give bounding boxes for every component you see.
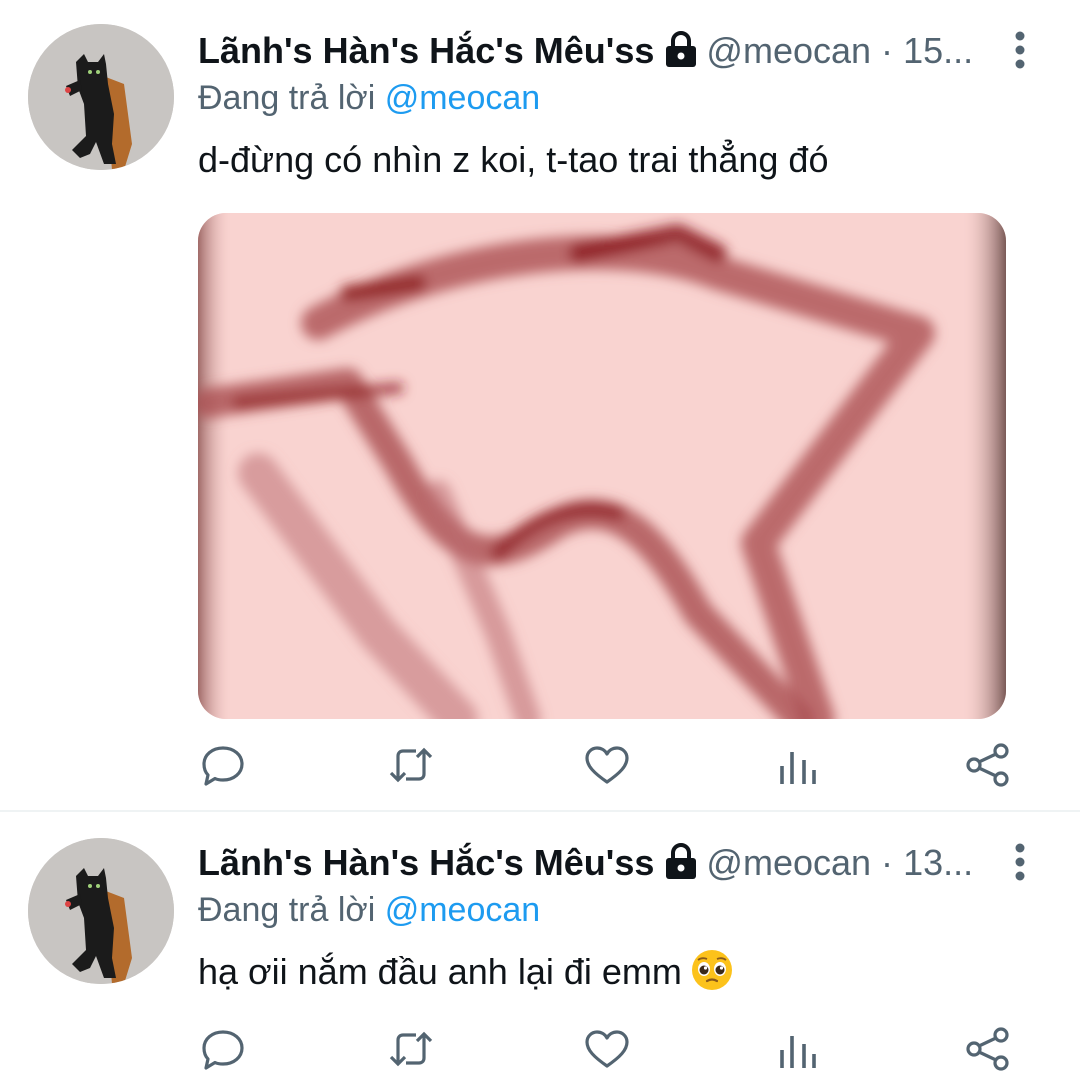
reply-prefix: Đang trả lời (198, 891, 376, 929)
like-icon[interactable] (582, 740, 632, 790)
pleading-face-emoji (690, 948, 734, 1004)
tweet-actions (198, 740, 1013, 790)
share-icon[interactable] (963, 1024, 1013, 1074)
retweet-icon[interactable] (386, 1024, 436, 1074)
tweet[interactable]: Lãnh's Hàn's Hắc's Mêu'ss @meocan · 13...… (0, 812, 1080, 1079)
author-handle[interactable]: @meocan (706, 842, 871, 883)
tweet-header: Lãnh's Hàn's Hắc's Mêu'ss @meocan · 13... (198, 840, 980, 886)
retweet-icon[interactable] (386, 740, 436, 790)
separator: · (881, 842, 894, 883)
reply-icon[interactable] (198, 1024, 248, 1074)
reply-mention[interactable]: @meocan (385, 79, 540, 117)
tweet-text: d-đừng có nhìn z koi, t-tao trai thẳng đ… (198, 139, 829, 180)
tweet-text-container: hạ ơii nắm đầu anh lại đi emm (198, 948, 734, 1004)
author-name[interactable]: Lãnh's Hàn's Hắc's Mêu'ss (198, 30, 654, 71)
timestamp[interactable]: 15... (903, 30, 973, 71)
tweet-text: hạ ơii nắm đầu anh lại đi emm (198, 951, 682, 992)
reply-icon[interactable] (198, 740, 248, 790)
reply-context: Đang trả lời @meocan (198, 76, 540, 120)
more-vertical-icon[interactable] (1000, 842, 1040, 882)
lock-icon (662, 31, 700, 74)
author-name[interactable]: Lãnh's Hàn's Hắc's Mêu'ss (198, 842, 654, 883)
views-icon[interactable] (773, 1024, 823, 1074)
tweet-media-image[interactable] (198, 213, 1006, 719)
reply-prefix: Đang trả lời (198, 79, 376, 117)
tweet[interactable]: Lãnh's Hàn's Hắc's Mêu'ss @meocan · 15...… (0, 0, 1080, 812)
reply-context: Đang trả lời @meocan (198, 888, 540, 932)
timestamp[interactable]: 13... (903, 842, 973, 883)
share-icon[interactable] (963, 740, 1013, 790)
tweet-header: Lãnh's Hàn's Hắc's Mêu'ss @meocan · 15... (198, 28, 980, 74)
lock-icon (662, 843, 700, 886)
reply-mention[interactable]: @meocan (385, 891, 540, 929)
more-vertical-icon[interactable] (1000, 30, 1040, 70)
like-icon[interactable] (582, 1024, 632, 1074)
avatar[interactable] (28, 24, 174, 170)
tweet-actions (198, 1024, 1013, 1074)
separator: · (881, 30, 894, 71)
views-icon[interactable] (773, 740, 823, 790)
avatar[interactable] (28, 838, 174, 984)
author-handle[interactable]: @meocan (706, 30, 871, 71)
